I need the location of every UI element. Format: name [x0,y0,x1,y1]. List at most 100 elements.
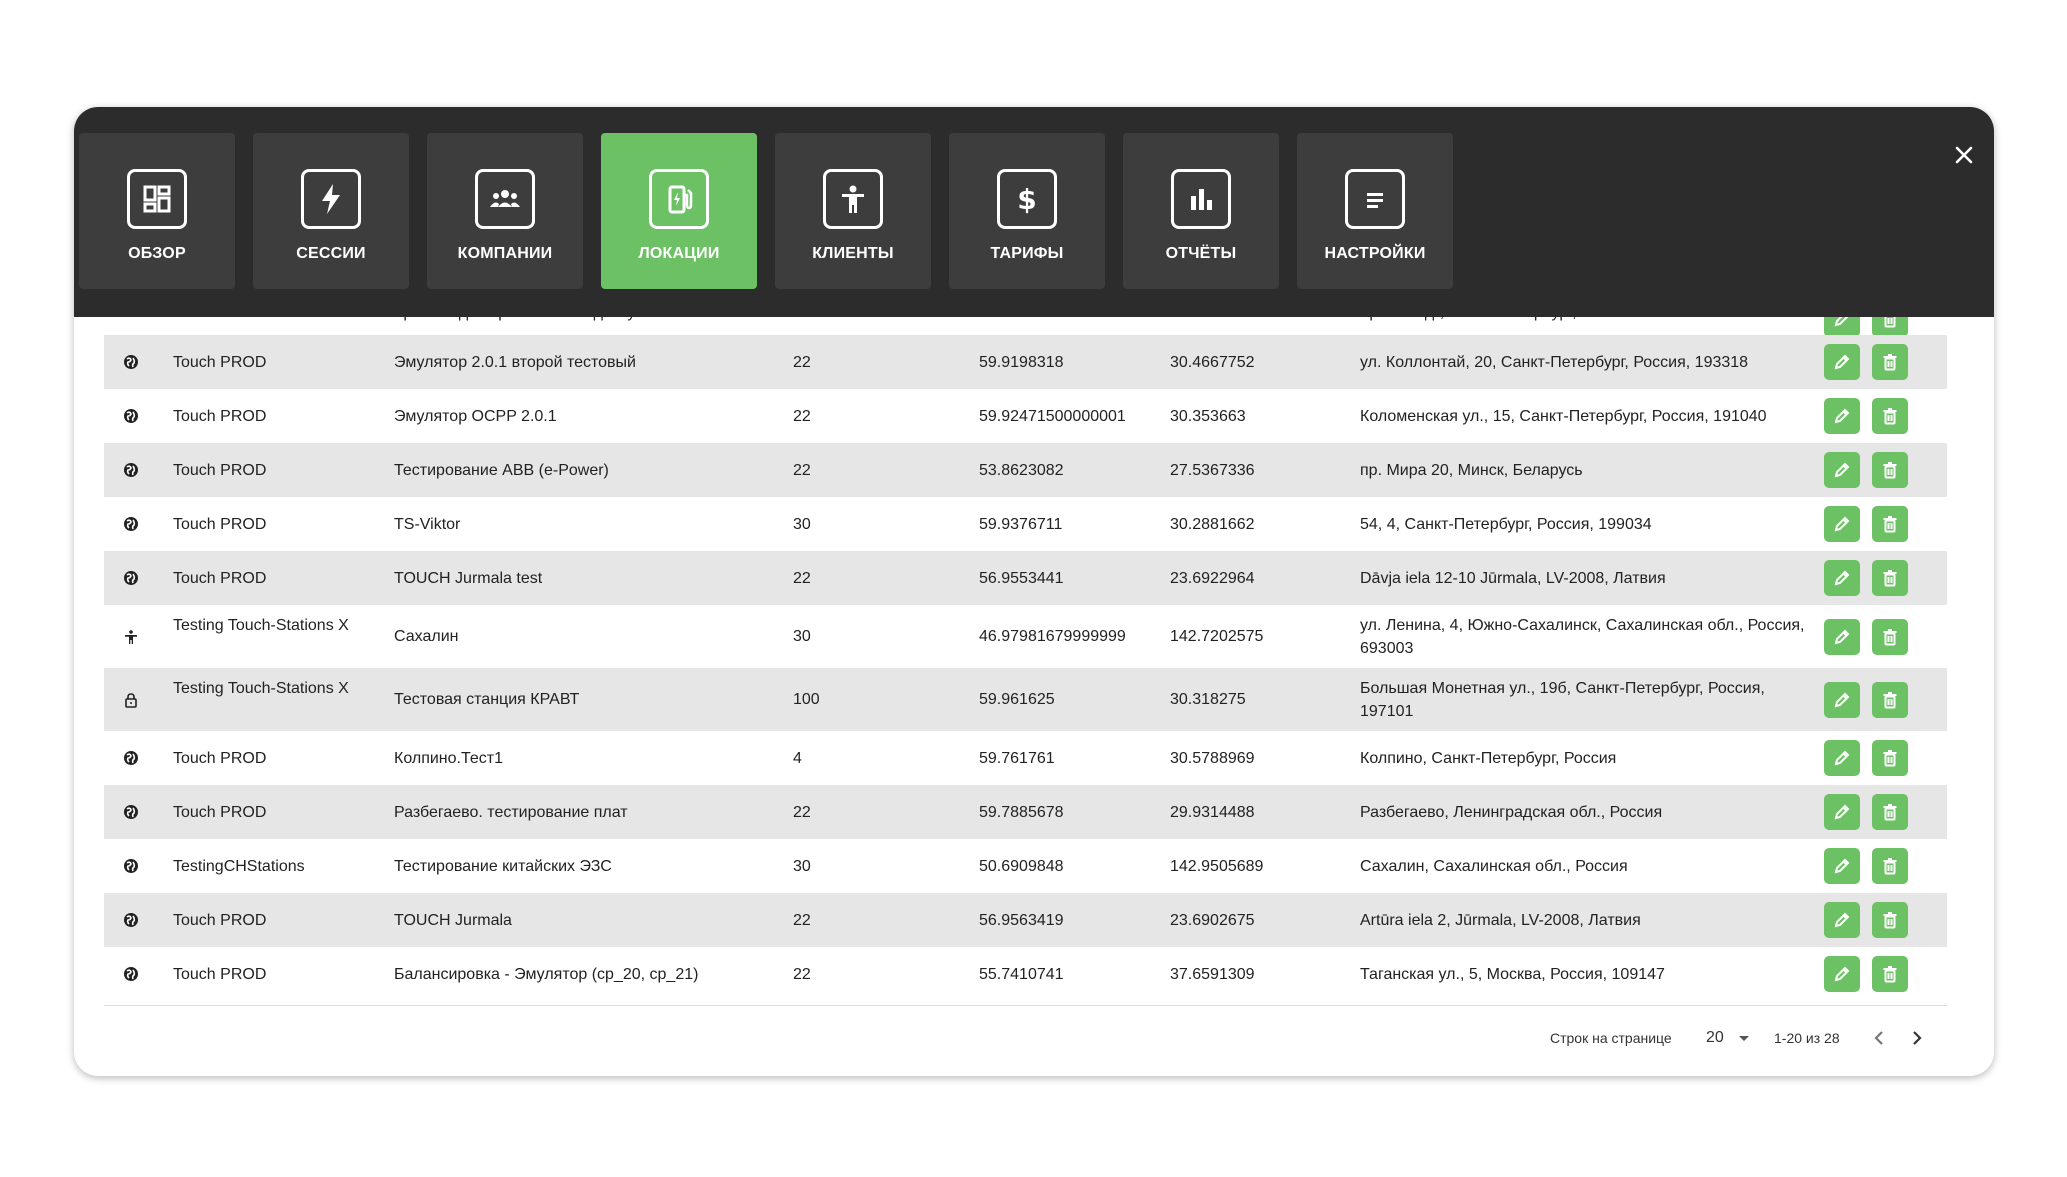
latitude-cell: 46.97981679999999 [979,628,1126,645]
address-cell: Сахалин, Сахалинская обл., Россия [1360,857,1628,875]
company-cell: Touch PROD [173,965,267,983]
edit-button[interactable] [1824,398,1860,434]
nav-tab-6[interactable]: ОТЧЁТЫ [1123,133,1279,289]
location-name-cell: Тестирование китайских ЭЗС [394,857,612,875]
address-cell: ул. Ленина, 4, Южно-Сахалинск, Сахалинск… [1360,616,1805,657]
edit-button[interactable] [1824,902,1860,938]
power-cell: 22 [793,911,811,929]
trash-icon [1883,516,1897,533]
nav-tab-2[interactable]: КОМПАНИИ [427,133,583,289]
trash-icon [1883,462,1897,479]
edit-button[interactable] [1824,344,1860,380]
globe-icon [122,515,140,533]
rows-per-page-label: Строк на странице [1550,1030,1672,1046]
delete-button[interactable] [1872,681,1908,718]
location-name-cell: Эмулятор OCPP 2.0.1 [394,407,557,425]
address-cell: Большая Монетная ул., 19б, Санкт-Петербу… [1360,679,1765,720]
delete-button[interactable] [1872,618,1908,655]
pencil-icon [1834,629,1850,644]
edit-button[interactable] [1824,560,1860,596]
location-name-cell: Балансировка - Эмулятор (cp_20, cp_21) [394,965,699,983]
globe-icon [122,353,140,371]
nav-tab-3[interactable]: ЛОКАЦИИ [601,133,757,289]
latitude-cell: 53.8623082 [979,461,1064,479]
table-row[interactable]: Touch PROD Разбегаево. тестирование плат 2… [104,785,1947,839]
table-row[interactable]: Touch PROD Эмулятор 2.0.1 второй тестовый… [104,335,1947,389]
close-button[interactable] [1944,135,1984,175]
table-row[interactable]: Testing Touch-Stations X Тестовая станция… [104,668,1947,731]
longitude-cell: 37.6591309 [1170,965,1255,983]
table-row[interactable]: Touch PROD Эмулятор OCPP 2.0.1 22 59.924715… [104,389,1947,443]
pencil-icon [1834,354,1850,370]
rows-per-page-value: 20 [1706,1029,1724,1046]
delete-button[interactable] [1872,794,1908,830]
nav-tab-4[interactable]: КЛИЕНТЫ [775,133,931,289]
table-row[interactable]: Touch PROD TS-Viktor 30 59.9376711 30.288166… [104,497,1947,551]
chevron-right-icon [1913,1031,1922,1045]
nav-tab-label: ОТЧЁТЫ [1165,245,1237,262]
latitude-cell: 59.9376711 [979,515,1063,533]
globe-icon [122,749,140,767]
longitude-cell: 29.9314488 [1170,803,1255,821]
table-row[interactable]: Touch PROD Тестирование ABB (e-Power) 22 53… [104,443,1947,497]
power-cell: 22 [793,965,811,983]
rows-per-page-select[interactable]: 20 [1706,1023,1750,1053]
power-cell: 22 [793,803,811,821]
edit-button[interactable] [1824,452,1860,488]
trash-icon [1883,408,1897,425]
latitude-cell: 59.9198318 [979,353,1064,371]
edit-button[interactable] [1824,618,1860,655]
nav-tab-label: КОМПАНИИ [457,245,553,262]
address-cell: ул. Коллонтай, 20, Санкт-Петербург, Росс… [1360,353,1749,371]
location-name-cell: Эмулятор 2.0.1 второй тестовый [394,353,636,371]
lock-icon [122,691,140,709]
delete-button[interactable] [1872,848,1908,884]
address-cell: Dāvja iela 12-10 Jūrmala, LV-2008, Латви… [1360,569,1666,587]
pencil-icon [1834,462,1850,478]
lightning-icon [301,169,361,229]
delete-button[interactable] [1872,560,1908,596]
power-cell: 22 [793,353,811,371]
latitude-cell: 55.7410741 [979,965,1064,983]
company-cell: TestingCHStations [173,857,305,875]
nav-tab-1[interactable]: СЕССИИ [253,133,409,289]
nav-tab-label: НАСТРОЙКИ [1324,245,1426,262]
edit-button[interactable] [1824,794,1860,830]
delete-button[interactable] [1872,398,1908,434]
table-row[interactable]: Touch PROD Колпино.Тест1 4 59.761761 30.5788… [104,731,1947,785]
delete-button[interactable] [1872,740,1908,776]
location-name-cell: TOUCH Jurmala [394,911,512,929]
edit-button[interactable] [1824,848,1860,884]
edit-button[interactable] [1824,740,1860,776]
delete-button[interactable] [1872,956,1908,992]
person-icon [823,169,883,229]
table-row[interactable]: Touch PROD Балансировка - Эмулятор (cp_20… [104,947,1947,1001]
top-navigation-bar: ОБЗОР СЕССИИ КОМПАНИИ ЛОКАЦИИ КЛИЕНТЫ $ ТАРИФЫ… [74,107,1994,317]
trash-icon [1883,804,1897,821]
nav-tab-0[interactable]: ОБЗОР [79,133,235,289]
trash-icon [1883,628,1897,645]
edit-button[interactable] [1824,956,1860,992]
table-row[interactable]: TestingCHStations Тестирование китайских … [104,839,1947,893]
table-row[interactable]: Touch PROD TOUCH Jurmala 22 56.9563419 23.69… [104,893,1947,947]
table-row[interactable]: Testing Touch-Stations X Сахалин 30 46.9798… [104,605,1947,668]
latitude-cell: 59.961625 [979,691,1055,708]
address-cell: Колпино, Санкт-Петербург, Россия [1360,749,1617,767]
nav-tab-7[interactable]: НАСТРОЙКИ [1297,133,1453,289]
delete-button[interactable] [1872,452,1908,488]
latitude-cell: 59.761761 [979,749,1055,767]
prev-page-button[interactable] [1872,1023,1886,1053]
dollar-icon: $ [997,169,1057,229]
delete-button[interactable] [1872,344,1908,380]
delete-button[interactable] [1872,902,1908,938]
address-cell: пр. Мира 20, Минск, Беларусь [1360,461,1583,479]
nav-tab-5[interactable]: $ ТАРИФЫ [949,133,1105,289]
longitude-cell: 142.9505689 [1170,857,1264,875]
person-icon [122,628,140,646]
delete-button[interactable] [1872,506,1908,542]
table-row[interactable]: Touch PROD TOUCH Jurmala test 22 56.9553441… [104,551,1947,605]
next-page-button[interactable] [1910,1023,1924,1053]
edit-button[interactable] [1824,681,1860,718]
edit-button[interactable] [1824,506,1860,542]
nav-tab-label: КЛИЕНТЫ [812,245,894,262]
